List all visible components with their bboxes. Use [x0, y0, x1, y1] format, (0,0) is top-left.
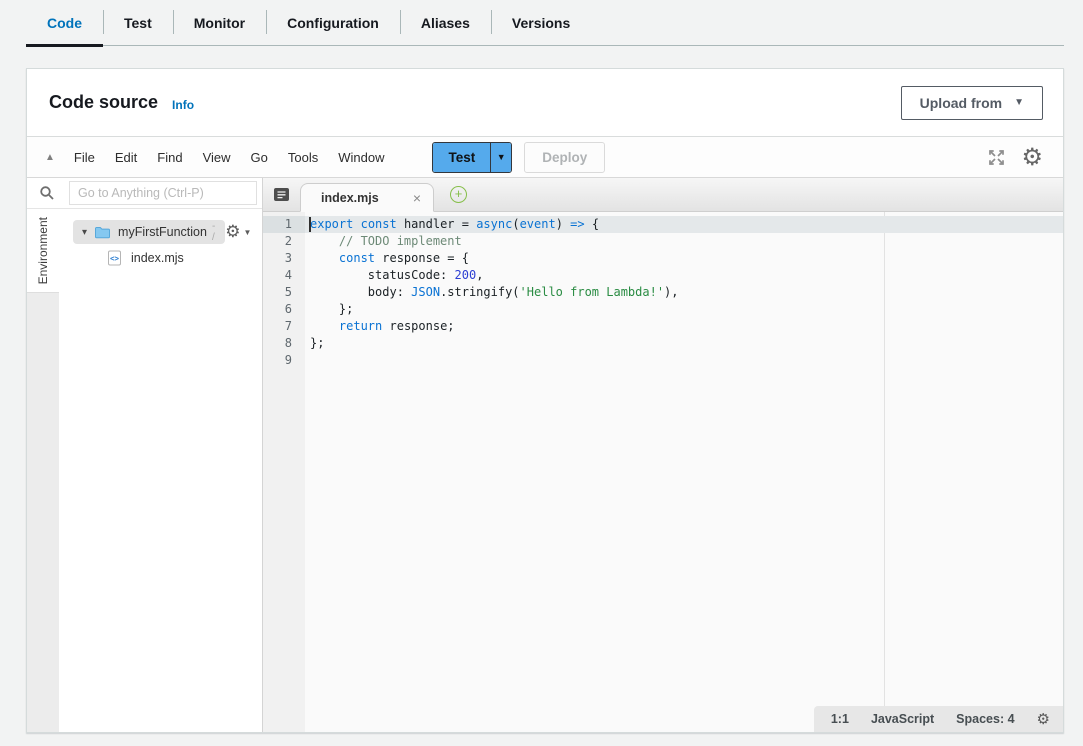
search-icon — [39, 185, 55, 201]
code-line[interactable]: statusCode: 200, — [305, 267, 1063, 284]
menu-file[interactable]: File — [64, 150, 105, 165]
tab-list-icon[interactable] — [273, 187, 290, 202]
code-editor: index.mjs × + 123456789 export const han… — [263, 178, 1063, 732]
line-number: 4 — [263, 267, 305, 284]
text-cursor — [309, 217, 311, 232]
tab-test[interactable]: Test — [103, 0, 173, 46]
code-line[interactable]: body: JSON.stringify('Hello from Lambda!… — [305, 284, 1063, 301]
menubar-menus: FileEditFindViewGoToolsWindow — [64, 150, 395, 165]
cursor-position[interactable]: 1:1 — [831, 712, 849, 726]
tree-settings-button[interactable]: ⚙ ▼ — [225, 224, 251, 241]
tab-configuration[interactable]: Configuration — [266, 0, 400, 46]
sidebar-body: Environment ▾ — [27, 209, 262, 732]
line-number: 1 — [263, 216, 305, 233]
file-sidebar: Environment ▾ — [27, 178, 263, 732]
info-link[interactable]: Info — [172, 98, 194, 112]
upload-from-label: Upload from — [920, 95, 1002, 111]
menu-edit[interactable]: Edit — [105, 150, 147, 165]
menu-find[interactable]: Find — [147, 150, 192, 165]
js-file-icon: <> — [107, 250, 122, 266]
folder-path-suffix: - / — [212, 221, 215, 243]
menu-window[interactable]: Window — [328, 150, 394, 165]
new-tab-icon[interactable]: + — [450, 186, 467, 203]
function-tabs-bar: CodeTestMonitorConfigurationAliasesVersi… — [0, 0, 1083, 46]
editor-chrome: ▲ FileEditFindViewGoToolsWindow Test ▼ D… — [27, 136, 1063, 732]
tree-gear-caret-icon: ▼ — [244, 228, 252, 237]
editor-body: Environment ▾ — [27, 178, 1063, 732]
fullscreen-icon[interactable] — [987, 148, 1006, 167]
tree-gear-icon: ⚙ — [225, 224, 240, 241]
caret-down-icon: ▼ — [1014, 97, 1024, 108]
editor-statusbar: 1:1 JavaScript Spaces: 4 ⚙ — [814, 706, 1063, 732]
deploy-button[interactable]: Deploy — [524, 142, 605, 173]
line-number: 3 — [263, 250, 305, 267]
code-line[interactable]: // TODO implement — [305, 233, 1063, 250]
environment-tab-label: Environment — [36, 217, 50, 284]
menu-tools[interactable]: Tools — [278, 150, 328, 165]
tab-aliases[interactable]: Aliases — [400, 0, 491, 46]
environment-tab[interactable]: Environment — [27, 209, 59, 292]
tab-code[interactable]: Code — [26, 0, 103, 46]
editor-settings-gear-icon[interactable]: ⚙ — [1021, 145, 1043, 169]
menubar-right-icons: ⚙ — [987, 145, 1047, 169]
top-tabs: CodeTestMonitorConfigurationAliasesVersi… — [26, 0, 1083, 46]
code-line[interactable]: return response; — [305, 318, 1063, 335]
tab-monitor[interactable]: Monitor — [173, 0, 266, 46]
tab-close-icon[interactable]: × — [413, 191, 421, 205]
test-button[interactable]: Test — [433, 143, 490, 172]
code-line[interactable]: export const handler = async(event) => { — [305, 216, 1063, 233]
line-number: 8 — [263, 335, 305, 352]
folder-icon — [94, 226, 111, 239]
expander-icon[interactable]: ▾ — [82, 227, 87, 238]
svg-text:<>: <> — [110, 254, 120, 263]
upload-from-button[interactable]: Upload from ▼ — [901, 86, 1043, 120]
code-lines[interactable]: export const handler = async(event) => {… — [305, 212, 1063, 732]
code-line[interactable] — [305, 352, 1063, 369]
language-mode[interactable]: JavaScript — [871, 712, 934, 726]
collapse-editor-icon[interactable]: ▲ — [41, 152, 64, 163]
test-split-button: Test ▼ — [432, 142, 512, 173]
panel-header: Code source Info Upload from ▼ — [27, 69, 1063, 136]
goto-anything-input[interactable] — [69, 181, 257, 205]
code-area: 123456789 export const handler = async(e… — [263, 212, 1063, 732]
code-line[interactable]: const response = { — [305, 250, 1063, 267]
gutter: 123456789 — [263, 212, 305, 732]
line-number: 6 — [263, 301, 305, 318]
code-line[interactable]: }; — [305, 301, 1063, 318]
indentation-setting[interactable]: Spaces: 4 — [956, 712, 1014, 726]
sidebar-tab-strip: Environment — [27, 209, 59, 732]
line-number: 9 — [263, 352, 305, 369]
editor-tab-label: index.mjs — [321, 191, 379, 205]
page-title: Code source — [49, 92, 158, 113]
file-tree: ▾ myFirstFunction - / ⚙ — [59, 209, 265, 732]
file-item-indexmjs[interactable]: <> index.mjs — [59, 245, 265, 271]
line-number: 2 — [263, 233, 305, 250]
tab-versions[interactable]: Versions — [491, 0, 591, 46]
tree-row: ▾ myFirstFunction - / ⚙ — [59, 219, 265, 245]
statusbar-gear-icon[interactable]: ⚙ — [1037, 712, 1050, 727]
file-name: index.mjs — [131, 251, 184, 265]
sidebar-strip-filler — [27, 292, 59, 732]
line-number: 7 — [263, 318, 305, 335]
menu-view[interactable]: View — [193, 150, 241, 165]
folder-name: myFirstFunction — [118, 225, 207, 239]
editor-tab-indexmjs[interactable]: index.mjs × — [300, 183, 434, 212]
menu-go[interactable]: Go — [241, 150, 278, 165]
editor-tabbar: index.mjs × + — [263, 178, 1063, 212]
code-source-panel: Code source Info Upload from ▼ ▲ FileEdi… — [26, 68, 1064, 733]
code-line[interactable]: }; — [305, 335, 1063, 352]
editor-menubar: ▲ FileEditFindViewGoToolsWindow Test ▼ D… — [27, 137, 1063, 178]
goto-anything-row — [27, 178, 262, 209]
test-dropdown-caret[interactable]: ▼ — [490, 143, 511, 172]
folder-item-myfirstfunction[interactable]: ▾ myFirstFunction - / — [73, 220, 225, 244]
line-number: 5 — [263, 284, 305, 301]
